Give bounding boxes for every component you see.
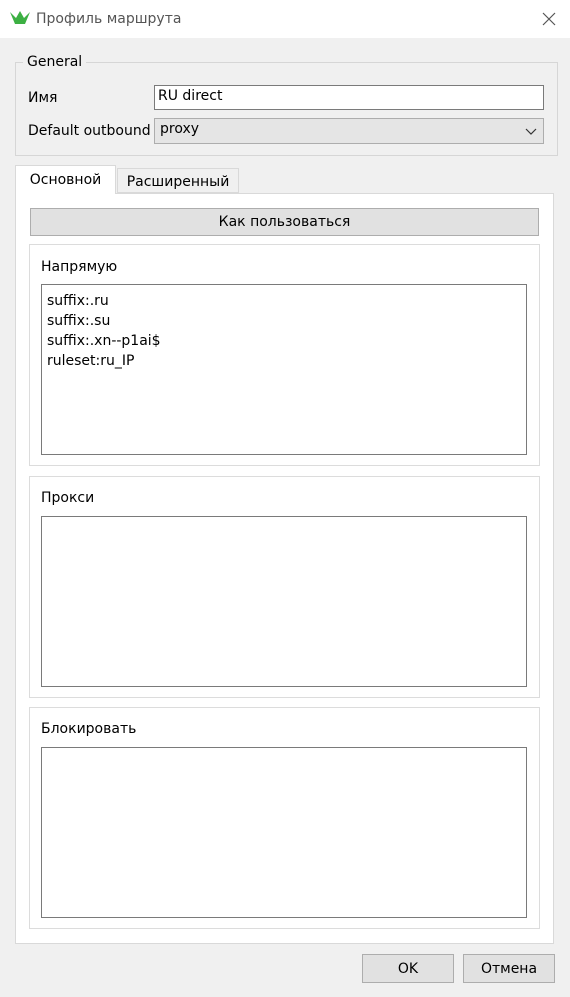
- direct-rule-line: suffix:.ru: [47, 293, 109, 309]
- window-title: Профиль маршрута: [36, 11, 182, 27]
- direct-rule-line: suffix:.xn--p1ai$: [47, 333, 161, 349]
- ok-button[interactable]: OK: [362, 954, 454, 983]
- tab-main[interactable]: Основной: [15, 165, 116, 194]
- name-input[interactable]: RU direct: [154, 85, 544, 110]
- direct-rule-line: suffix:.su: [47, 313, 111, 329]
- proxy-label: Прокси: [41, 490, 95, 506]
- tab-main-label: Основной: [29, 172, 102, 188]
- help-button[interactable]: Как пользоваться: [30, 208, 539, 236]
- default-outbound-value: proxy: [160, 121, 200, 137]
- tab-advanced[interactable]: Расширенный: [117, 168, 239, 193]
- proxy-rules-textarea[interactable]: [41, 516, 527, 687]
- close-icon: [542, 12, 556, 26]
- name-label: Имя: [28, 90, 58, 106]
- tab-advanced-label: Расширенный: [126, 174, 230, 190]
- direct-rule-line: ruleset:ru_IP: [47, 353, 135, 369]
- crown-logo-icon: [9, 10, 31, 26]
- block-label: Блокировать: [41, 721, 137, 737]
- cancel-button[interactable]: Отмена: [463, 954, 555, 983]
- block-rules-textarea[interactable]: [41, 747, 527, 918]
- direct-rules-textarea[interactable]: suffix:.ru suffix:.su suffix:.xn--p1ai$ rul…: [41, 284, 527, 455]
- default-outbound-label: Default outbound: [28, 123, 151, 139]
- default-outbound-select[interactable]: proxy: [154, 118, 544, 144]
- direct-label: Напрямую: [41, 259, 118, 275]
- chevron-down-icon: [525, 128, 537, 135]
- close-button[interactable]: [532, 6, 566, 32]
- general-legend: General: [23, 54, 87, 70]
